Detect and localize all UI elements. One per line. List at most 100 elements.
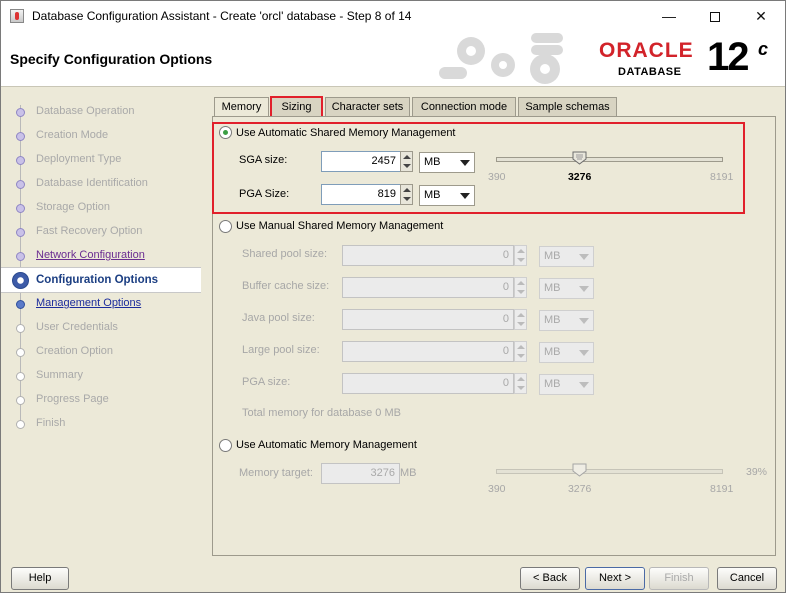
- pga-size-label: PGA Size:: [239, 188, 290, 200]
- step-network-configuration[interactable]: Network Configuration: [1, 244, 201, 268]
- step-dot-icon: [16, 396, 25, 405]
- step-database-operation: Database Operation: [1, 100, 201, 124]
- java-pool-input[interactable]: 0: [342, 309, 514, 330]
- step-dot-icon: [16, 420, 25, 429]
- manual-pga-spinner[interactable]: [514, 373, 527, 394]
- sga-size-spinner[interactable]: [400, 151, 413, 172]
- buffer-cache-unit-select[interactable]: MB: [539, 278, 594, 299]
- memory-target-slider-track[interactable]: [496, 469, 723, 474]
- spinner-down-icon: [517, 386, 525, 390]
- tab-connection-mode[interactable]: Connection mode: [412, 97, 516, 117]
- shared-pool-label: Shared pool size:: [242, 248, 327, 260]
- chevron-down-icon: [579, 254, 589, 260]
- pga-unit-select[interactable]: MB: [419, 185, 475, 206]
- sga-unit-select[interactable]: MB: [419, 152, 475, 173]
- manual-pga-label: PGA size:: [242, 376, 291, 388]
- step-dot-icon: [16, 180, 25, 189]
- maximize-icon: [710, 12, 720, 23]
- step-dot-icon: [16, 156, 25, 165]
- shared-pool-unit-select[interactable]: MB: [539, 246, 594, 267]
- help-button[interactable]: Help: [11, 567, 69, 590]
- chevron-down-icon: [579, 286, 589, 292]
- buffer-cache-spinner[interactable]: [514, 277, 527, 298]
- pga-unit-value: MB: [424, 189, 441, 201]
- step-creation-option: Creation Option: [1, 340, 201, 364]
- step-dot-icon: [16, 300, 25, 309]
- pga-size-spinner[interactable]: [400, 184, 413, 205]
- tab-sizing[interactable]: Sizing: [270, 96, 323, 118]
- step-deployment-type: Deployment Type: [1, 148, 201, 172]
- amm-percent: 39%: [746, 466, 768, 478]
- minimize-button[interactable]: —: [646, 1, 692, 31]
- large-pool-spinner[interactable]: [514, 341, 527, 362]
- gears-graphic-icon: [439, 33, 563, 84]
- sga-size-label: SGA size:: [239, 154, 288, 166]
- shared-pool-spinner[interactable]: [514, 245, 527, 266]
- version-suffix: c: [758, 39, 769, 59]
- step-summary: Summary: [1, 364, 201, 388]
- back-button[interactable]: < Back: [520, 567, 580, 590]
- maximize-button[interactable]: [692, 1, 738, 31]
- manual-smm-radio[interactable]: [219, 220, 232, 233]
- tab-sample-schemas[interactable]: Sample schemas: [518, 97, 617, 117]
- spinner-up-icon: [517, 281, 525, 285]
- amm-radio[interactable]: [219, 439, 232, 452]
- tab-memory[interactable]: Memory: [214, 97, 269, 118]
- manual-smm-label: Use Manual Shared Memory Management: [236, 220, 444, 232]
- chevron-down-icon: [579, 350, 589, 356]
- asmm-radio[interactable]: [219, 126, 232, 139]
- next-button[interactable]: Next >: [585, 567, 645, 590]
- shared-pool-input[interactable]: 0: [342, 245, 514, 266]
- sga-slider-track[interactable]: [496, 157, 723, 162]
- chevron-down-icon: [460, 193, 470, 199]
- memory-target-label: Memory target:: [239, 467, 313, 479]
- java-pool-spinner[interactable]: [514, 309, 527, 330]
- large-pool-input[interactable]: 0: [342, 341, 514, 362]
- cancel-button[interactable]: Cancel: [717, 567, 777, 590]
- amm-slider-current: 3276: [567, 483, 592, 495]
- buffer-cache-input[interactable]: 0: [342, 277, 514, 298]
- step-management-options[interactable]: Management Options: [1, 292, 201, 316]
- pga-size-input[interactable]: 819: [321, 184, 401, 205]
- sga-slider-handle[interactable]: [572, 151, 587, 165]
- page-title: Specify Configuration Options: [10, 51, 213, 67]
- close-button[interactable]: ✕: [738, 1, 784, 31]
- spinner-up-icon: [517, 345, 525, 349]
- oracle-logo: ORACLE: [599, 39, 694, 62]
- sga-size-input[interactable]: 2457: [321, 151, 401, 172]
- window-title: Database Configuration Assistant - Creat…: [32, 9, 412, 23]
- asmm-label: Use Automatic Shared Memory Management: [236, 127, 456, 139]
- spinner-down-icon: [403, 197, 411, 201]
- buffer-cache-label: Buffer cache size:: [242, 280, 330, 292]
- tab-character-sets[interactable]: Character sets: [325, 97, 410, 117]
- step-dot-icon: [16, 372, 25, 381]
- unit-value: MB: [544, 314, 561, 326]
- step-dot-icon: [16, 108, 25, 117]
- next-button-label: Next >: [598, 572, 632, 584]
- step-finish: Finish: [1, 412, 201, 436]
- dbca-window: Database Configuration Assistant - Creat…: [0, 0, 786, 593]
- version-number: 12: [707, 35, 749, 79]
- large-pool-unit-select[interactable]: MB: [539, 342, 594, 363]
- chevron-down-icon: [579, 382, 589, 388]
- sga-slider-max: 8191: [710, 171, 734, 183]
- memory-target-input[interactable]: 3276: [321, 463, 400, 484]
- memory-target-unit: MB: [400, 467, 417, 479]
- manual-pga-input[interactable]: 0: [342, 373, 514, 394]
- java-pool-unit-select[interactable]: MB: [539, 310, 594, 331]
- java-app-icon: [10, 9, 24, 23]
- chevron-down-icon: [460, 160, 470, 166]
- cancel-button-label: Cancel: [729, 572, 765, 584]
- amm-label: Use Automatic Memory Management: [236, 439, 417, 451]
- spinner-down-icon: [403, 164, 411, 168]
- sga-slider-min: 390: [488, 171, 506, 183]
- finish-button[interactable]: Finish: [649, 567, 709, 590]
- memory-target-slider-handle[interactable]: [572, 463, 587, 477]
- step-user-credentials: User Credentials: [1, 316, 201, 340]
- header-banner: Specify Configuration Options ORACLE DAT…: [1, 31, 785, 87]
- java-pool-label: Java pool size:: [242, 312, 315, 324]
- finish-button-label: Finish: [664, 572, 694, 584]
- total-memory-label: Total memory for database 0 MB: [242, 407, 401, 419]
- manual-pga-unit-select[interactable]: MB: [539, 374, 594, 395]
- sga-slider-current: 3276: [567, 171, 592, 183]
